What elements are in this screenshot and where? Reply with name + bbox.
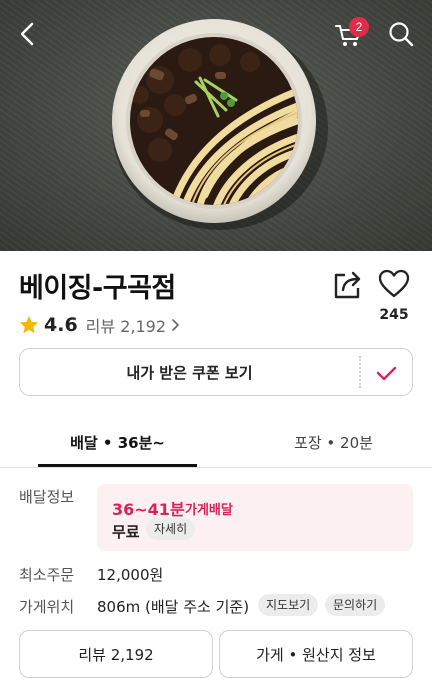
min-order-label: 최소주문	[19, 566, 75, 584]
rating-score: 4.6	[44, 314, 78, 336]
delivery-info-label: 배달정보	[19, 488, 75, 506]
store-origin-info-button[interactable]: 가게 • 원산지 정보	[219, 630, 413, 678]
review-link[interactable]: 리뷰 2,192	[86, 313, 166, 337]
tab-divider	[0, 467, 432, 468]
delivery-detail-chip[interactable]: 자세히	[146, 518, 196, 540]
cart-count-badge: 2	[349, 17, 369, 37]
tab-delivery[interactable]: 배달 • 36분~	[0, 420, 235, 468]
back-button[interactable]	[12, 18, 44, 50]
store-name: 베이징-구곡점	[19, 273, 176, 304]
search-icon[interactable]	[385, 18, 417, 50]
tab-pickup[interactable]: 포장 • 20분	[235, 420, 432, 468]
delivery-fee: 무료	[112, 523, 140, 541]
min-order-value: 12,000원	[97, 566, 164, 584]
star-icon	[19, 315, 39, 334]
store-location-value: 806m (배달 주소 기준)	[97, 598, 250, 616]
map-view-chip[interactable]: 지도보기	[258, 594, 319, 616]
share-button[interactable]	[331, 268, 365, 302]
store-location-label: 가게위치	[19, 598, 75, 616]
store-hero-image	[0, 0, 432, 251]
like-button[interactable]	[378, 268, 410, 300]
inquiry-chip[interactable]: 문의하기	[325, 594, 386, 616]
delivery-time: 36~41분	[112, 500, 185, 519]
chevron-right-icon	[172, 319, 179, 331]
store-rating: 4.6 리뷰 2,192	[18, 312, 181, 338]
delivery-type: 가게배달	[185, 503, 233, 518]
reviews-button[interactable]: 리뷰 2,192	[19, 630, 213, 678]
jajangmyeon-photo	[112, 19, 328, 230]
coupon-check-button[interactable]	[359, 348, 413, 396]
coupon-button[interactable]: 내가 받은 쿠폰 보기	[19, 348, 359, 396]
like-count: 245	[379, 307, 409, 323]
checkmark-icon	[376, 366, 397, 381]
